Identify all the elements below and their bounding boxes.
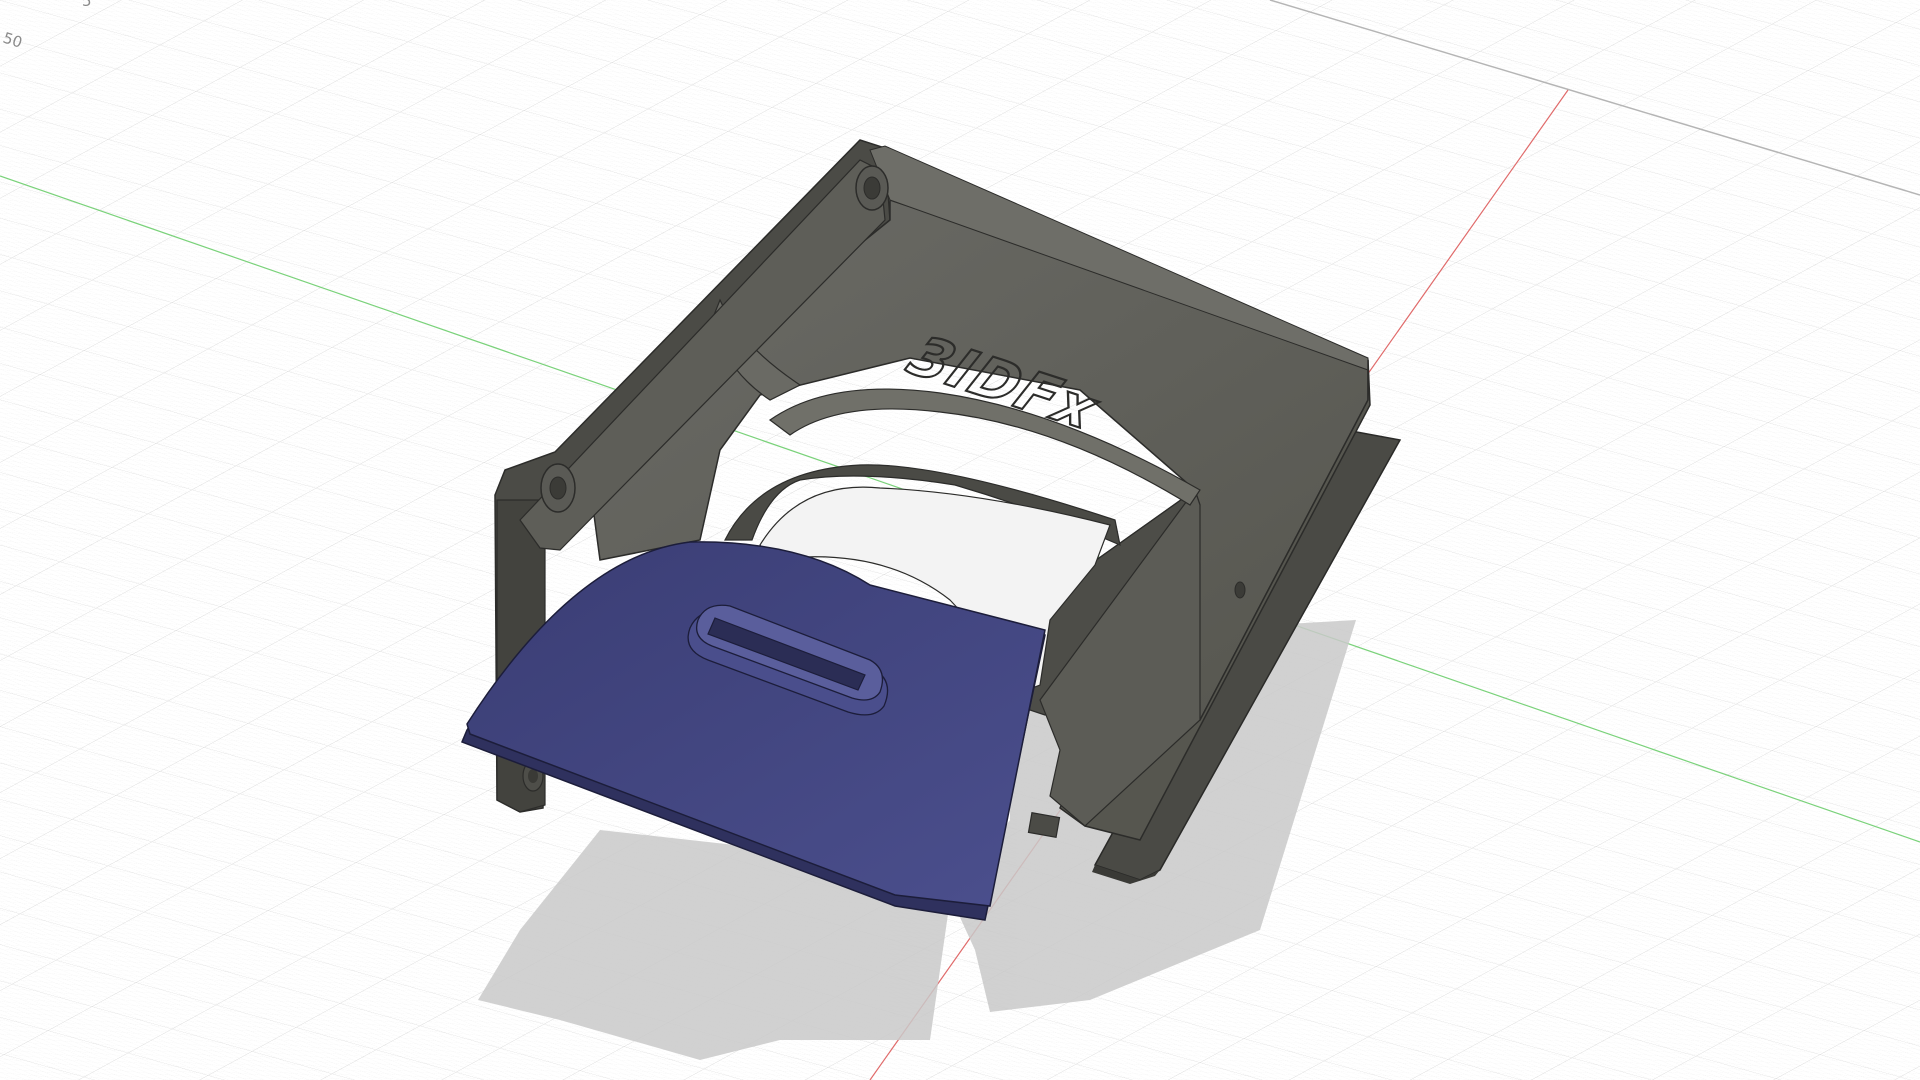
mount-hole-right [1234, 581, 1246, 599]
canvas-viewport[interactable]: 5 50 3IDFx [0, 0, 1920, 1080]
mount-hole-top [855, 165, 889, 211]
frame-foot [1027, 812, 1061, 838]
3d-scene[interactable]: 5 50 3IDFx [0, 0, 1920, 1080]
mount-hole-left [540, 463, 576, 513]
grid-label-top: 5 [82, 0, 92, 10]
